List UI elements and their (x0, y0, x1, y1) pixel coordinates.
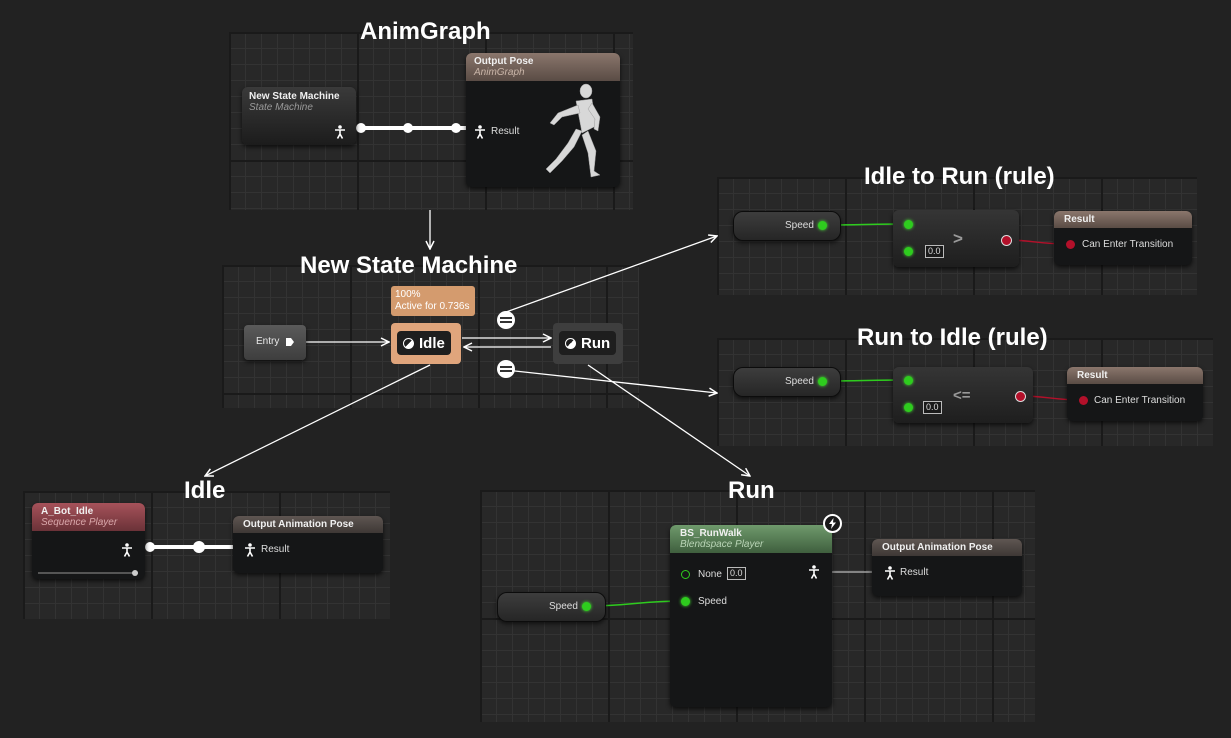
run-to-idle-heading: Run to Idle (rule) (857, 324, 1048, 351)
speed-output-pin[interactable] (582, 602, 591, 611)
state-machine-node-title: New State Machine (249, 91, 340, 102)
pose-pin-icon[interactable] (884, 566, 896, 580)
can-enter-transition-pin[interactable] (1066, 240, 1075, 249)
output-animation-pose-node[interactable]: Output Animation Pose Result (872, 539, 1022, 596)
less-equal-node[interactable]: 0.0 <= (893, 367, 1033, 423)
output-animation-pose-node[interactable]: Output Animation Pose Result (233, 516, 383, 573)
can-enter-transition-label: Can Enter Transition (1082, 239, 1174, 250)
run-graph-heading: Run (728, 477, 775, 504)
pose-pin-icon[interactable] (121, 543, 133, 557)
transition-icon-idle-to-run[interactable] (497, 311, 515, 329)
blendspace-player-node[interactable]: BS_RunWalk Blendspace Player None 0.0 Sp… (670, 525, 832, 707)
can-enter-transition-pin[interactable] (1079, 396, 1088, 405)
output-pose-subtitle: AnimGraph (474, 67, 525, 78)
lightning-icon (823, 514, 842, 533)
result-title: Result (1064, 214, 1095, 225)
result-title: Result (1077, 370, 1108, 381)
state-icon (403, 337, 414, 349)
pose-pin-icon[interactable] (808, 565, 820, 579)
speed-input-pin[interactable] (681, 597, 690, 606)
speed-output-pin[interactable] (818, 221, 827, 230)
compare-value-field[interactable]: 0.0 (925, 245, 944, 258)
output-pose-node[interactable]: Output Pose AnimGraph Result (466, 53, 620, 187)
pose-pin-icon[interactable] (244, 543, 256, 557)
entry-label: Entry (256, 336, 280, 347)
speed-variable-node[interactable]: Speed (733, 211, 841, 241)
anim-graph-heading: AnimGraph (360, 18, 491, 45)
operator-label: <= (953, 387, 971, 404)
greater-than-node[interactable]: 0.0 > (893, 210, 1019, 267)
none-value-field[interactable]: 0.0 (727, 567, 746, 580)
arrow-to-idle-graph (205, 364, 431, 476)
idle-to-run-heading: Idle to Run (rule) (864, 163, 1055, 190)
run-state-label: Run (581, 334, 611, 352)
tooltip-percent: 100% (395, 289, 421, 300)
compare-value-field[interactable]: 0.0 (923, 401, 942, 414)
output-result-label: Result (900, 567, 929, 578)
can-enter-transition-label: Can Enter Transition (1094, 395, 1186, 406)
playback-progress-handle[interactable] (132, 570, 138, 576)
blendspace-player-subtitle: Blendspace Player (680, 539, 764, 550)
state-tooltip: 100% Active for 0.736s (391, 286, 475, 316)
input-b-pin[interactable] (904, 247, 913, 256)
speed-variable-node[interactable]: Speed (497, 592, 606, 622)
result-node[interactable]: Result Can Enter Transition (1067, 367, 1203, 421)
sequence-player-subtitle: Sequence Player (41, 517, 118, 528)
state-machine-node[interactable]: New State Machine State Machine (242, 87, 356, 145)
speed-output-pin[interactable] (818, 377, 827, 386)
exec-pin-icon (286, 338, 294, 346)
sequence-player-title: A_Bot_Idle (41, 506, 94, 517)
output-animation-pose-title: Output Animation Pose (882, 542, 993, 553)
playback-progress-track[interactable] (38, 572, 138, 574)
pose-pin-icon[interactable] (474, 125, 486, 139)
idle-state[interactable]: Idle (391, 323, 461, 364)
input-a-pin[interactable] (904, 376, 913, 385)
output-pose-result-label: Result (491, 126, 520, 137)
output-pose-title: Output Pose (474, 56, 534, 67)
run-state[interactable]: Run (553, 323, 623, 364)
state-icon (565, 337, 576, 349)
pose-pin-icon[interactable] (334, 125, 346, 139)
arrow-to-idle-to-run (505, 236, 717, 313)
speed-variable-node[interactable]: Speed (733, 367, 841, 397)
speed-variable-label: Speed (785, 376, 814, 387)
none-input-pin[interactable] (681, 570, 690, 579)
tooltip-active-time: Active for 0.736s (395, 301, 470, 312)
input-b-pin[interactable] (904, 403, 913, 412)
operator-label: > (953, 229, 963, 248)
blendspace-player-title: BS_RunWalk (680, 528, 742, 539)
transition-icon-run-to-idle[interactable] (497, 360, 515, 378)
output-result-label: Result (261, 544, 290, 555)
state-machine-heading: New State Machine (300, 252, 518, 279)
bool-output-pin[interactable] (1001, 235, 1012, 246)
mannequin-preview-icon (545, 83, 601, 178)
arrow-to-run-graph (587, 364, 750, 476)
idle-state-label: Idle (419, 334, 445, 352)
result-node[interactable]: Result Can Enter Transition (1054, 211, 1192, 265)
bool-output-pin[interactable] (1015, 391, 1026, 402)
speed-pin-label: Speed (698, 596, 727, 607)
speed-variable-label: Speed (785, 220, 814, 231)
speed-variable-label: Speed (549, 601, 578, 612)
sequence-player-node[interactable]: A_Bot_Idle Sequence Player (32, 503, 145, 579)
input-a-pin[interactable] (904, 220, 913, 229)
entry-node[interactable]: Entry (244, 325, 306, 360)
none-pin-label: None (698, 569, 722, 580)
idle-graph-heading: Idle (184, 477, 226, 504)
output-animation-pose-title: Output Animation Pose (243, 519, 354, 530)
state-machine-node-subtitle: State Machine (249, 102, 313, 113)
